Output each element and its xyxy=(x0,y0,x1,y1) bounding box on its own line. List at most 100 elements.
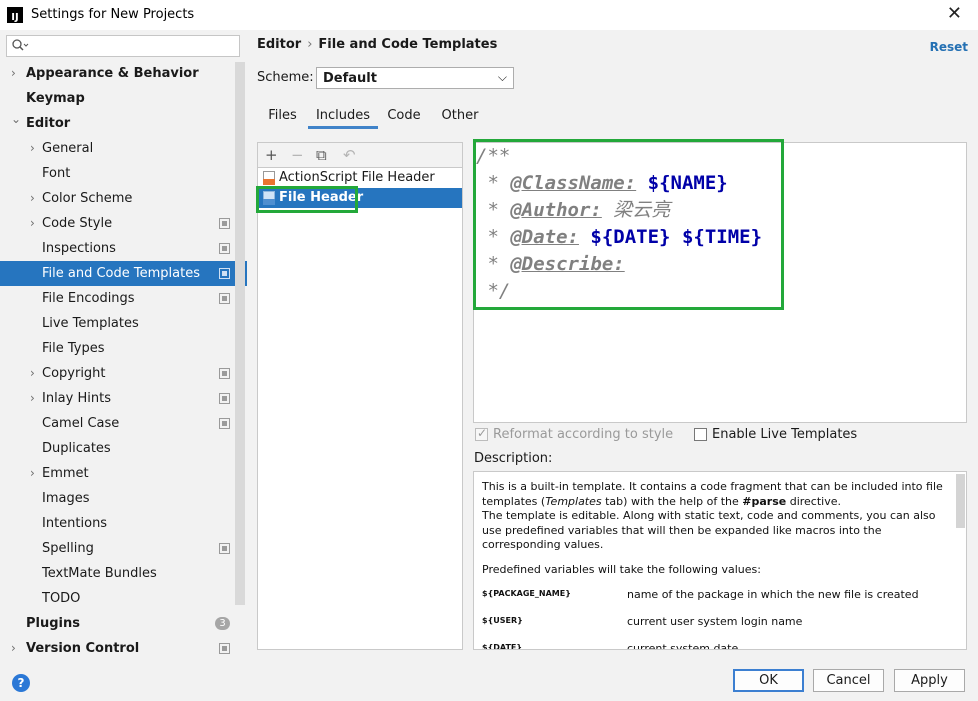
tree-item-file-types[interactable]: File Types xyxy=(0,336,247,361)
variable-name: ${PACKAGE_NAME} xyxy=(482,589,571,598)
tree-item-copyright[interactable]: › Copyright xyxy=(0,361,247,386)
tab-files[interactable]: Files xyxy=(262,103,303,129)
tree-item-file-and-code-templates[interactable]: File and Code Templates xyxy=(0,261,247,286)
desc-text: tab) with the help of the xyxy=(601,494,743,508)
close-icon[interactable]: ✕ xyxy=(947,3,962,24)
tree-item-label: Appearance & Behavior xyxy=(26,66,199,81)
project-scope-icon xyxy=(219,418,230,429)
variable-description: name of the package in which the new fil… xyxy=(627,588,919,601)
copy-icon[interactable]: ⧉ xyxy=(316,146,327,164)
breadcrumb-editor: Editor xyxy=(257,37,302,52)
tree-item-appearance-behavior[interactable]: › Appearance & Behavior xyxy=(0,61,247,86)
chevron-down-icon: ⌵ xyxy=(497,70,507,84)
tree-item-textmate-bundles[interactable]: TextMate Bundles xyxy=(0,561,247,586)
chevron-down-icon[interactable]: ⌄ xyxy=(11,107,21,132)
desc-text: directive. xyxy=(786,494,841,508)
enable-live-templates-checkbox[interactable]: Enable Live Templates xyxy=(694,426,858,442)
chevron-right-icon[interactable]: › xyxy=(30,211,35,236)
tree-item-label: File Encodings xyxy=(42,291,135,306)
tab-other[interactable]: Other xyxy=(438,103,482,129)
desc-text-italic: Templates xyxy=(545,494,602,508)
tree-item-version-control[interactable]: › Version Control xyxy=(0,636,247,661)
tree-item-todo[interactable]: TODO xyxy=(0,586,247,611)
revert-icon[interactable]: ↶ xyxy=(343,146,356,164)
plugins-count-badge: 3 xyxy=(215,617,230,630)
ok-button[interactable]: OK xyxy=(733,669,804,692)
project-scope-icon xyxy=(219,543,230,554)
window-title: Settings for New Projects xyxy=(31,7,195,22)
tree-item-label: Images xyxy=(42,491,90,506)
project-scope-icon xyxy=(219,268,230,279)
search-icon xyxy=(12,39,29,51)
tree-item-label: Inspections xyxy=(42,241,116,256)
sidebar-scrollbar[interactable] xyxy=(235,62,245,605)
tree-item-label: Copyright xyxy=(42,366,106,381)
actionscript-file-icon xyxy=(263,171,275,185)
tree-item-live-templates[interactable]: Live Templates xyxy=(0,311,247,336)
tree-item-label: Intentions xyxy=(42,516,108,531)
tree-item-general[interactable]: › General xyxy=(0,136,247,161)
project-scope-icon xyxy=(219,368,230,379)
breadcrumb: Editor › File and Code Templates xyxy=(257,37,497,52)
chevron-right-icon[interactable]: › xyxy=(30,361,35,386)
chevron-right-icon[interactable]: › xyxy=(11,636,16,661)
variable-description: current user system login name xyxy=(627,615,803,628)
tree-item-inlay-hints[interactable]: › Inlay Hints xyxy=(0,386,247,411)
tree-item-keymap[interactable]: Keymap xyxy=(0,86,247,111)
settings-sidebar: › Appearance & Behavior Keymap ⌄ Editor … xyxy=(0,30,247,660)
tree-item-images[interactable]: Images xyxy=(0,486,247,511)
chevron-right-icon[interactable]: › xyxy=(30,461,35,486)
settings-tree: › Appearance & Behavior Keymap ⌄ Editor … xyxy=(0,61,247,661)
scheme-dropdown[interactable]: Default ⌵ xyxy=(316,67,514,89)
variable-row: ${PACKAGE_NAME} name of the package in w… xyxy=(482,587,952,614)
description-label: Description: xyxy=(474,451,553,466)
intellij-app-icon: IJ xyxy=(7,7,23,23)
tree-item-plugins[interactable]: Plugins 3 xyxy=(0,611,247,636)
tree-item-inspections[interactable]: Inspections xyxy=(0,236,247,261)
chevron-right-icon[interactable]: › xyxy=(30,386,35,411)
project-scope-icon xyxy=(219,643,230,654)
desc-text: The template is editable. Along with sta… xyxy=(482,509,936,551)
help-icon[interactable]: ? xyxy=(12,674,30,692)
add-icon[interactable]: + xyxy=(265,146,278,164)
tab-includes[interactable]: Includes xyxy=(308,103,378,129)
tree-item-label: Live Templates xyxy=(42,316,139,331)
remove-icon[interactable]: − xyxy=(291,146,304,164)
tree-item-intentions[interactable]: Intentions xyxy=(0,511,247,536)
chevron-right-icon[interactable]: › xyxy=(30,186,35,211)
list-item-actionscript-file-header[interactable]: ActionScript File Header xyxy=(258,168,462,188)
description-paragraph: Predefined variables will take the follo… xyxy=(482,562,761,576)
project-scope-icon xyxy=(219,293,230,304)
tree-item-label: Code Style xyxy=(42,216,113,231)
tree-item-font[interactable]: Font xyxy=(0,161,247,186)
reformat-label: Reformat according to style xyxy=(493,426,674,442)
tree-item-label: Inlay Hints xyxy=(42,391,111,406)
tree-item-color-scheme[interactable]: › Color Scheme xyxy=(0,186,247,211)
apply-button[interactable]: Apply xyxy=(894,669,965,692)
chevron-right-icon[interactable]: › xyxy=(30,136,35,161)
tree-item-emmet[interactable]: › Emmet xyxy=(0,461,247,486)
list-item-label: ActionScript File Header xyxy=(279,170,435,185)
file-header-highlight xyxy=(256,186,358,213)
desc-text-bold: #parse xyxy=(742,494,787,508)
tree-item-label: Emmet xyxy=(42,466,89,481)
cancel-button[interactable]: Cancel xyxy=(813,669,884,692)
tree-item-code-style[interactable]: › Code Style xyxy=(0,211,247,236)
tree-item-duplicates[interactable]: Duplicates xyxy=(0,436,247,461)
tree-item-editor[interactable]: ⌄ Editor xyxy=(0,111,247,136)
search-input[interactable] xyxy=(6,35,240,57)
reset-link[interactable]: Reset xyxy=(930,40,968,54)
tree-item-spelling[interactable]: Spelling xyxy=(0,536,247,561)
description-panel: This is a built-in template. It contains… xyxy=(473,471,967,650)
variable-description: current system date xyxy=(627,642,739,650)
reformat-checkbox[interactable]: ✓ Reformat according to style xyxy=(475,426,674,442)
templates-list-panel: + − ⧉ ↶ ActionScript File Header File He… xyxy=(257,142,463,650)
live-templates-label: Enable Live Templates xyxy=(712,426,858,442)
description-scrollbar[interactable] xyxy=(956,474,965,528)
tree-item-camel-case[interactable]: Camel Case xyxy=(0,411,247,436)
tree-item-file-encodings[interactable]: File Encodings xyxy=(0,286,247,311)
scheme-label: Scheme: xyxy=(257,70,314,85)
tree-item-label: Color Scheme xyxy=(42,191,133,206)
chevron-right-icon[interactable]: › xyxy=(11,61,16,86)
tab-code[interactable]: Code xyxy=(384,103,424,129)
